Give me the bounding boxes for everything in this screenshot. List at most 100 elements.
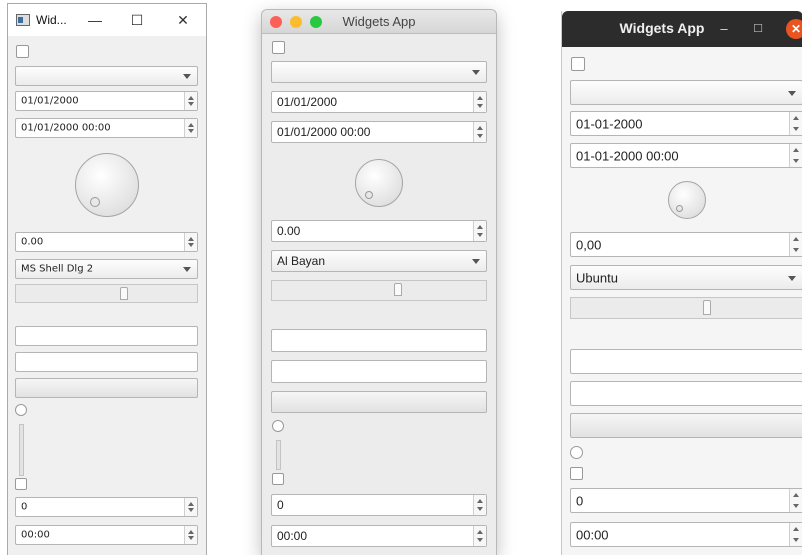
checkbox[interactable]: [272, 41, 285, 54]
vertical-slider[interactable]: [19, 424, 24, 476]
date-edit[interactable]: 01-01-2000: [570, 111, 802, 136]
spin-buttons[interactable]: [789, 523, 802, 546]
spin-buttons[interactable]: [473, 122, 486, 142]
spin-up-icon[interactable]: [477, 126, 483, 130]
datetime-edit[interactable]: 01/01/2000 00:00: [15, 118, 198, 138]
font-combo-box[interactable]: Ubuntu: [570, 265, 802, 290]
spin-buttons[interactable]: [184, 92, 197, 110]
spin-buttons[interactable]: [184, 119, 197, 137]
checkbox[interactable]: [16, 45, 29, 58]
radio-button[interactable]: [570, 446, 583, 459]
spin-down-icon[interactable]: [477, 134, 483, 138]
spin-buttons[interactable]: [184, 526, 197, 544]
spin-up-icon[interactable]: [793, 148, 799, 152]
slider-handle[interactable]: [394, 283, 402, 296]
spin-up-icon[interactable]: [793, 237, 799, 241]
combo-box-empty[interactable]: [570, 80, 802, 105]
checkbox[interactable]: [272, 473, 284, 485]
spin-buttons[interactable]: [789, 233, 802, 256]
spin-up-icon[interactable]: [477, 530, 483, 534]
spin-down-icon[interactable]: [793, 248, 799, 252]
spin-up-icon[interactable]: [188, 530, 194, 534]
spin-buttons[interactable]: [789, 144, 802, 167]
spin-buttons[interactable]: [184, 498, 197, 516]
spin-box[interactable]: 0: [271, 494, 487, 516]
spin-down-icon[interactable]: [793, 538, 799, 542]
minimize-icon[interactable]: –: [714, 19, 734, 39]
font-combo-box[interactable]: MS Shell Dlg 2: [15, 259, 198, 279]
spin-down-icon[interactable]: [188, 536, 194, 540]
double-spin-box[interactable]: 0.00: [271, 220, 487, 242]
horizontal-slider[interactable]: [271, 280, 487, 301]
spin-buttons[interactable]: [789, 489, 802, 512]
spin-down-icon[interactable]: [793, 127, 799, 131]
time-edit[interactable]: 00:00: [271, 525, 487, 547]
double-spin-box[interactable]: 0.00: [15, 232, 198, 252]
spin-up-icon[interactable]: [793, 493, 799, 497]
line-edit[interactable]: [15, 352, 198, 372]
font-combo-box[interactable]: Al Bayan: [271, 250, 487, 272]
spin-down-icon[interactable]: [793, 159, 799, 163]
line-edit[interactable]: [570, 381, 802, 406]
double-spin-box[interactable]: 0,00: [570, 232, 802, 257]
spin-down-icon[interactable]: [188, 508, 194, 512]
spin-down-icon[interactable]: [477, 538, 483, 542]
horizontal-slider[interactable]: [570, 297, 802, 319]
line-edit[interactable]: [271, 360, 487, 383]
push-button[interactable]: [271, 391, 487, 413]
vertical-slider[interactable]: [276, 440, 281, 470]
radio-button[interactable]: [15, 404, 27, 416]
datetime-edit[interactable]: 01-01-2000 00:00: [570, 143, 802, 168]
horizontal-slider[interactable]: [15, 284, 198, 303]
slider-handle[interactable]: [120, 287, 128, 300]
spin-box[interactable]: 0: [15, 497, 198, 517]
radio-button[interactable]: [272, 420, 284, 432]
minimize-icon[interactable]: —: [80, 8, 110, 32]
spin-buttons[interactable]: [789, 112, 802, 135]
spin-buttons[interactable]: [184, 233, 197, 251]
spin-buttons[interactable]: [473, 92, 486, 112]
spin-down-icon[interactable]: [793, 504, 799, 508]
time-edit[interactable]: 00:00: [15, 525, 198, 545]
spin-down-icon[interactable]: [477, 507, 483, 511]
dial[interactable]: [355, 159, 403, 207]
spin-down-icon[interactable]: [188, 243, 194, 247]
push-button[interactable]: [15, 378, 198, 398]
maximize-icon[interactable]: ☐: [122, 8, 152, 32]
spin-up-icon[interactable]: [477, 96, 483, 100]
spin-up-icon[interactable]: [188, 96, 194, 100]
spin-buttons[interactable]: [473, 495, 486, 515]
line-edit[interactable]: [15, 326, 198, 346]
checkbox[interactable]: [571, 57, 585, 71]
datetime-edit[interactable]: 01/01/2000 00:00: [271, 121, 487, 143]
line-edit[interactable]: [570, 349, 802, 374]
close-icon[interactable]: ✕: [168, 8, 198, 32]
spin-down-icon[interactable]: [477, 233, 483, 237]
close-icon[interactable]: ✕: [786, 19, 802, 39]
spin-down-icon[interactable]: [188, 102, 194, 106]
spin-up-icon[interactable]: [188, 123, 194, 127]
combo-box-empty[interactable]: [15, 66, 198, 86]
spin-up-icon[interactable]: [477, 225, 483, 229]
checkbox[interactable]: [570, 467, 583, 480]
spin-up-icon[interactable]: [793, 116, 799, 120]
spin-up-icon[interactable]: [793, 527, 799, 531]
date-edit[interactable]: 01/01/2000: [15, 91, 198, 111]
date-edit[interactable]: 01/01/2000: [271, 91, 487, 113]
spin-box[interactable]: 0: [570, 488, 802, 513]
combo-box-empty[interactable]: [271, 61, 487, 83]
spin-buttons[interactable]: [473, 526, 486, 546]
dial[interactable]: [668, 181, 706, 219]
line-edit[interactable]: [271, 329, 487, 352]
spin-up-icon[interactable]: [477, 499, 483, 503]
spin-buttons[interactable]: [473, 221, 486, 241]
slider-handle[interactable]: [703, 300, 711, 315]
push-button[interactable]: [570, 413, 802, 438]
spin-down-icon[interactable]: [188, 129, 194, 133]
dial[interactable]: [75, 153, 139, 217]
maximize-icon[interactable]: □: [748, 18, 768, 38]
spin-up-icon[interactable]: [188, 502, 194, 506]
spin-down-icon[interactable]: [477, 104, 483, 108]
checkbox[interactable]: [15, 478, 27, 490]
spin-up-icon[interactable]: [188, 237, 194, 241]
